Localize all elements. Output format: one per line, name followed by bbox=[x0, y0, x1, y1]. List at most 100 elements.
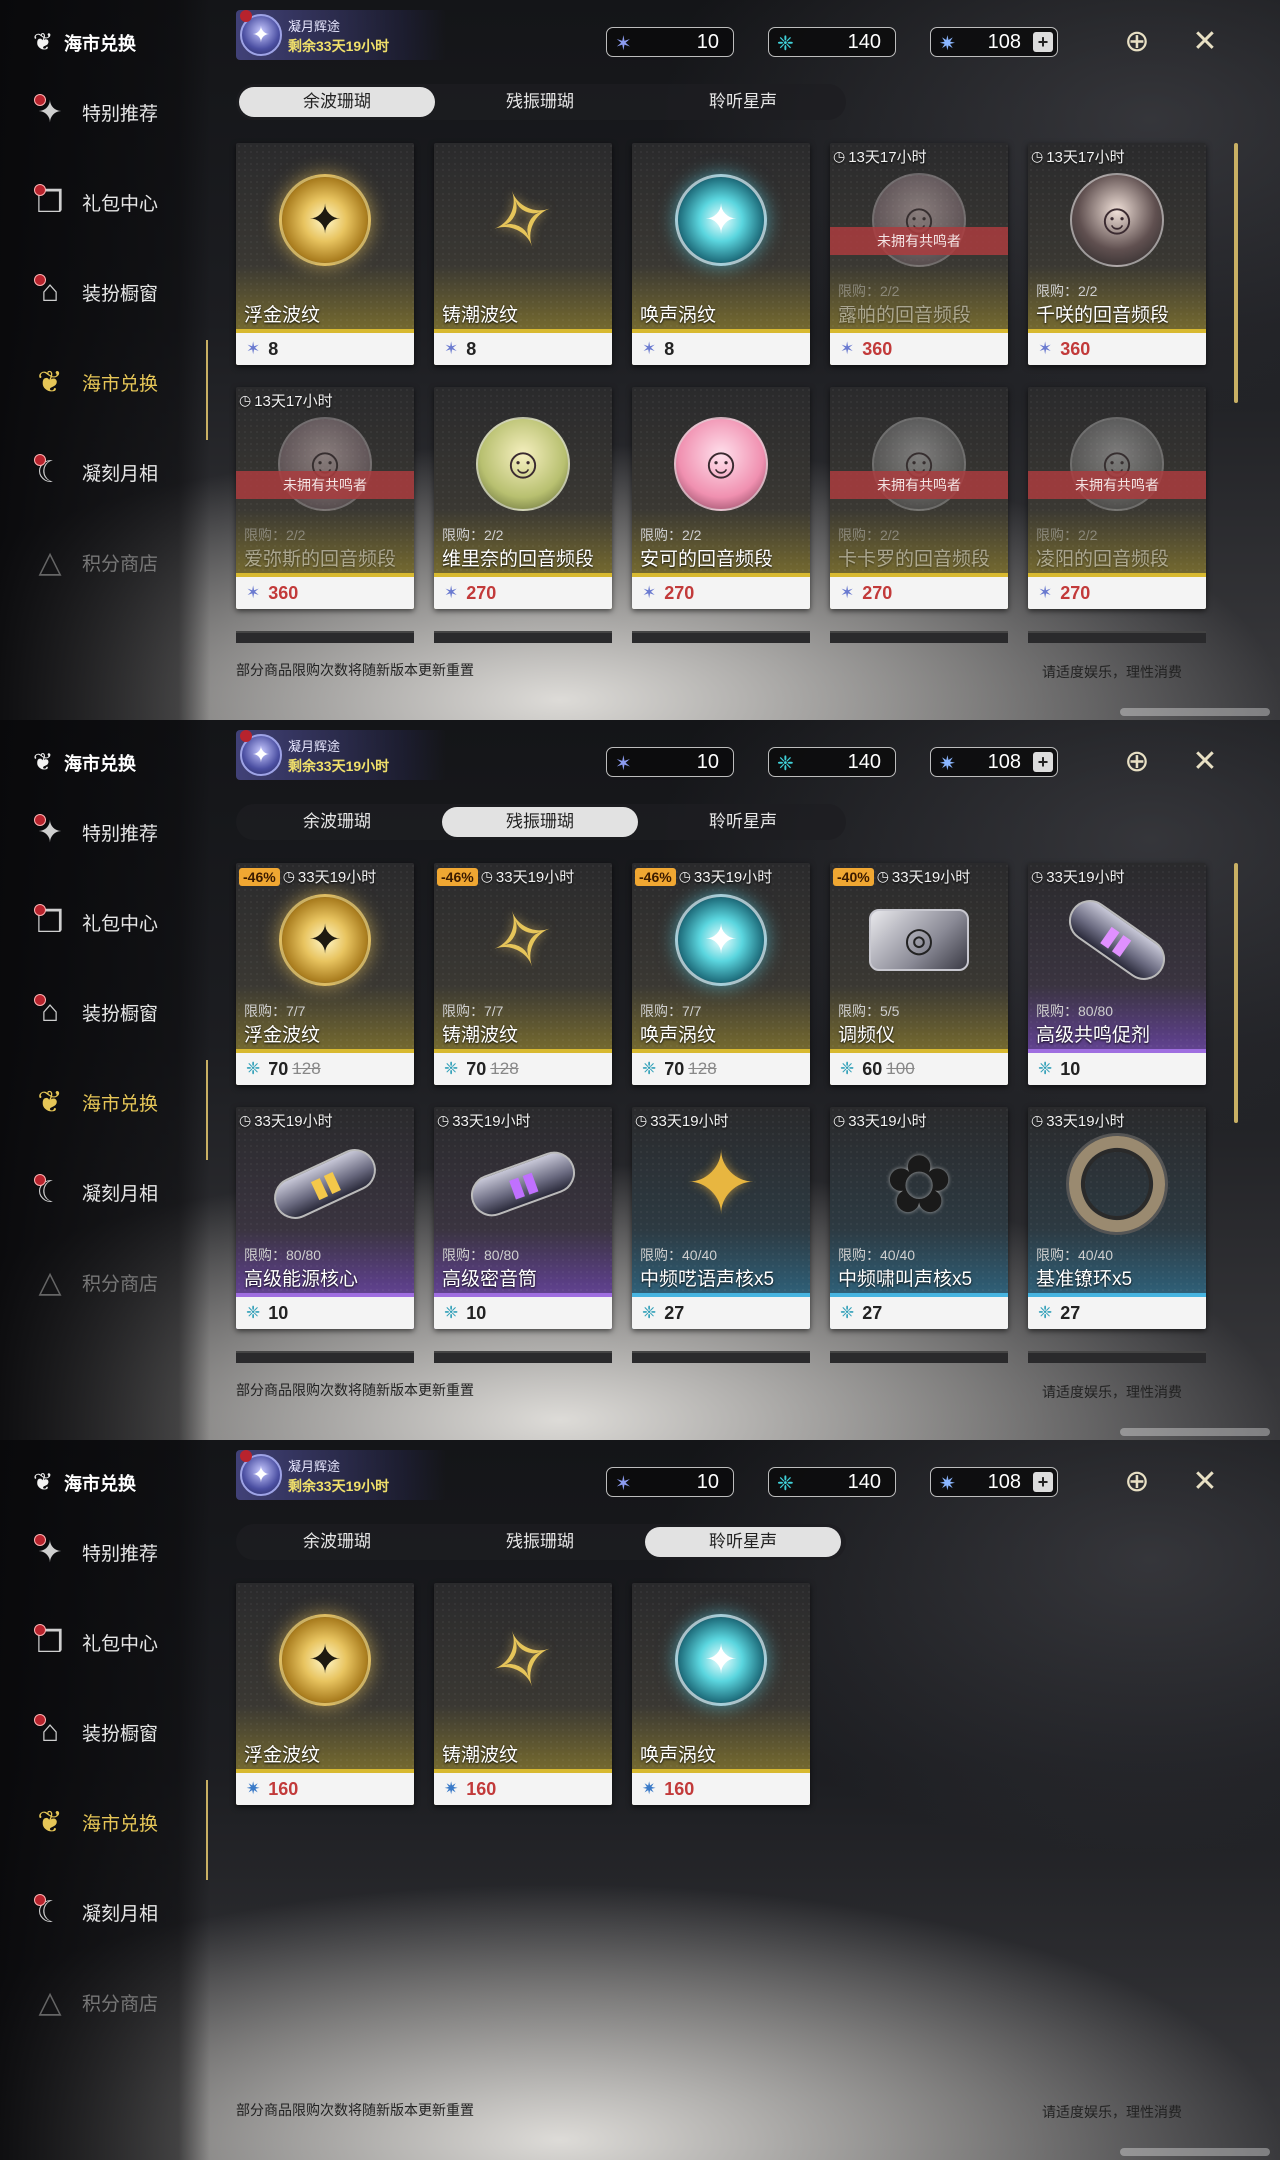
teal-coral-icon: ❈ bbox=[642, 1303, 657, 1322]
target-icon[interactable]: ⊕ bbox=[1117, 742, 1157, 782]
shop-item-card[interactable]: ✦ 浮金波纹 ✷ 160 bbox=[236, 1583, 414, 1805]
sidebar-item-label: 礼包中心 bbox=[82, 913, 159, 935]
points-icon: △ bbox=[38, 1985, 62, 2019]
card-badges: ◷ 33天19小时 bbox=[239, 1110, 333, 1131]
sidebar-item[interactable]: ❦ 海市兑换 bbox=[30, 354, 200, 410]
shop-item-card[interactable]: ◎ -40% ◷ 33天19小时 限购：5/5 调频仪 ❈ 60 100 bbox=[830, 863, 1008, 1085]
ring-art bbox=[1055, 1122, 1179, 1246]
sidebar-item[interactable]: ⌂ 装扮橱窗 bbox=[30, 984, 200, 1040]
purchase-limit: 限购：2/2 bbox=[838, 527, 900, 543]
sidebar-item[interactable]: ✦ 特别推荐 bbox=[30, 1524, 200, 1580]
sidebar-item[interactable]: ⌂ 装扮橱窗 bbox=[30, 264, 200, 320]
item-name: 基准镣环x5 bbox=[1036, 1269, 1133, 1290]
tuner-device-art: ◎ bbox=[869, 909, 969, 971]
shop-item-card[interactable]: ✦ ◷ 33天19小时 限购：40/40 中频呓语声核x5 ❈ 27 bbox=[632, 1107, 810, 1329]
shop-item-card[interactable]: ✧ 铸潮波纹 ✶ 8 bbox=[434, 143, 612, 365]
sidebar-item[interactable]: ☾ 凝刻月相 bbox=[30, 1884, 200, 1940]
shop-item-card[interactable]: ☺ 未拥有共鸣者 限购：2/2 凌阳的回音频段 ✶ 270 bbox=[1028, 387, 1206, 609]
shop-item-card[interactable]: ◷ 33天19小时 限购：40/40 基准镣环x5 ❈ 27 bbox=[1028, 1107, 1206, 1329]
tab-2[interactable]: 聆听星声 bbox=[645, 1527, 841, 1557]
add-currency-button[interactable]: + bbox=[1033, 1472, 1053, 1492]
active-indicator bbox=[206, 340, 208, 440]
shop-item-card[interactable]: ☺ ◷ 13天17小时 未拥有共鸣者 限购：2/2 爱弥斯的回音频段 ✶ 360 bbox=[236, 387, 414, 609]
price-row: ✶ 8 bbox=[236, 333, 414, 365]
tab-2[interactable]: 聆听星声 bbox=[645, 87, 841, 117]
sidebar-item[interactable]: ❦ 海市兑换 bbox=[30, 1794, 200, 1850]
item-art-wrap: ☺ bbox=[270, 409, 380, 519]
close-icon[interactable]: ✕ bbox=[1185, 1462, 1225, 1502]
clock-icon: ◷ bbox=[1031, 148, 1044, 164]
time-remaining: 33天19小时 bbox=[650, 1113, 729, 1130]
sidebar-item[interactable]: ✦ 特别推荐 bbox=[30, 804, 200, 860]
clock-icon: ◷ bbox=[678, 868, 691, 884]
purple-coral-icon: ✶ bbox=[444, 583, 459, 602]
currency-value: 10 bbox=[696, 750, 719, 773]
target-icon[interactable]: ⊕ bbox=[1117, 1462, 1157, 1502]
purple-coral-icon: ✶ bbox=[840, 583, 855, 602]
shop-item-card[interactable]: ✦ 唤声涡纹 ✷ 160 bbox=[632, 1583, 810, 1805]
shop-item-card[interactable]: ✧ -46% ◷ 33天19小时 限购：7/7 铸潮波纹 ❈ 70 128 bbox=[434, 863, 612, 1085]
event-banner[interactable]: ✦ 凝月辉途 剩余33天19小时 bbox=[236, 10, 446, 60]
shop-item-card[interactable]: ✦ -46% ◷ 33天19小时 限购：7/7 唤声涡纹 ❈ 70 128 bbox=[632, 863, 810, 1085]
shop-item-card[interactable]: ✦ 浮金波纹 ✶ 8 bbox=[236, 143, 414, 365]
shop-item-card[interactable]: ▮▮ ◷ 33天19小时 限购：80/80 高级共鸣促剂 ❈ 10 bbox=[1028, 863, 1206, 1085]
add-currency-button[interactable]: + bbox=[1033, 32, 1053, 52]
shop-item-card[interactable]: ▮▮ ◷ 33天19小时 限购：80/80 高级能源核心 ❈ 10 bbox=[236, 1107, 414, 1329]
teal-coral-icon: ❈ bbox=[840, 1303, 855, 1322]
shop-item-card[interactable]: ☺ 限购：2/2 维里奈的回音频段 ✶ 270 bbox=[434, 387, 612, 609]
price-row: ✶ 360 bbox=[1028, 333, 1206, 365]
shop-item-card[interactable]: ☺ 未拥有共鸣者 限购：2/2 卡卡罗的回音频段 ✶ 270 bbox=[830, 387, 1008, 609]
scrollbar[interactable] bbox=[1234, 143, 1238, 403]
tab-1[interactable]: 残振珊瑚 bbox=[442, 87, 638, 117]
sidebar-item[interactable]: ❦ 海市兑换 bbox=[30, 1074, 200, 1130]
close-icon[interactable]: ✕ bbox=[1185, 22, 1225, 62]
sidebar-item[interactable]: ☾ 凝刻月相 bbox=[30, 1164, 200, 1220]
tab-0[interactable]: 余波珊瑚 bbox=[239, 807, 435, 837]
sidebar-item[interactable]: △ 积分商店 bbox=[30, 1974, 200, 2030]
shop-item-card[interactable]: ✦ -46% ◷ 33天19小时 限购：7/7 浮金波纹 ❈ 70 128 bbox=[236, 863, 414, 1085]
tab-0[interactable]: 余波珊瑚 bbox=[239, 1527, 435, 1557]
clock-icon: ◷ bbox=[239, 1112, 252, 1128]
sidebar-item-label: 凝刻月相 bbox=[82, 463, 159, 485]
shop-item-card[interactable]: ☺ 限购：2/2 安可的回音频段 ✶ 270 bbox=[632, 387, 810, 609]
purple-coral-icon: ✶ bbox=[642, 339, 657, 358]
target-icon[interactable]: ⊕ bbox=[1117, 22, 1157, 62]
event-banner[interactable]: ✦ 凝月辉途 剩余33天19小时 bbox=[236, 1450, 446, 1500]
notification-dot bbox=[240, 1450, 252, 1462]
add-currency-button[interactable]: + bbox=[1033, 752, 1053, 772]
sidebar-item[interactable]: ❒ 礼包中心 bbox=[30, 1614, 200, 1670]
shop-item-card[interactable]: ✿ ◷ 33天19小时 限购：40/40 中频啸叫声核x5 ❈ 27 bbox=[830, 1107, 1008, 1329]
shop-item-card[interactable]: ☺ ◷ 13天17小时 限购：2/2 千咲的回音频段 ✶ 360 bbox=[1028, 143, 1206, 365]
next-row-card-peek bbox=[236, 1351, 414, 1363]
sidebar-item[interactable]: ⌂ 装扮橱窗 bbox=[30, 1704, 200, 1760]
sidebar-item-label: 礼包中心 bbox=[82, 1633, 159, 1655]
shop-item-card[interactable]: ✦ 唤声涡纹 ✶ 8 bbox=[632, 143, 810, 365]
purchase-limit: 限购：80/80 bbox=[1036, 1003, 1114, 1019]
sidebar-item[interactable]: ❒ 礼包中心 bbox=[30, 174, 200, 230]
price-row: ✶ 270 bbox=[830, 577, 1008, 609]
tab-0[interactable]: 余波珊瑚 bbox=[239, 87, 435, 117]
tab-1[interactable]: 残振珊瑚 bbox=[442, 807, 638, 837]
purchase-limit: 限购：2/2 bbox=[1036, 283, 1098, 299]
sidebar-item[interactable]: ☾ 凝刻月相 bbox=[30, 444, 200, 500]
tab-2[interactable]: 聆听星声 bbox=[645, 807, 841, 837]
price-row: ❈ 60 100 bbox=[830, 1053, 1008, 1085]
sidebar-item[interactable]: △ 积分商店 bbox=[30, 534, 200, 590]
footer-reset-note: 部分商品限购次数将随新版本更新重置 bbox=[236, 662, 474, 678]
event-banner[interactable]: ✦ 凝月辉途 剩余33天19小时 bbox=[236, 730, 446, 780]
clock-icon: ◷ bbox=[635, 1112, 648, 1128]
currency-display: ✶ 10 bbox=[606, 27, 734, 57]
shop-item-card[interactable]: ▮▮ ◷ 33天19小时 限购：80/80 高级密音筒 ❈ 10 bbox=[434, 1107, 612, 1329]
sidebar-item[interactable]: ✦ 特别推荐 bbox=[30, 84, 200, 140]
featured-icon: ✦ bbox=[30, 1532, 70, 1572]
sidebar-item[interactable]: △ 积分商店 bbox=[30, 1254, 200, 1310]
tab-1[interactable]: 残振珊瑚 bbox=[442, 1527, 638, 1557]
star-coral-icon: ✷ bbox=[246, 1779, 261, 1798]
shop-item-card[interactable]: ☺ ◷ 13天17小时 未拥有共鸣者 限购：2/2 露帕的回音频段 ✶ 360 bbox=[830, 143, 1008, 365]
next-row-card-peek bbox=[1028, 631, 1206, 643]
shop-item-card[interactable]: ✧ 铸潮波纹 ✷ 160 bbox=[434, 1583, 612, 1805]
item-art-wrap: ☺ bbox=[1062, 165, 1172, 275]
sidebar-item[interactable]: ❒ 礼包中心 bbox=[30, 894, 200, 950]
close-icon[interactable]: ✕ bbox=[1185, 742, 1225, 782]
scrollbar[interactable] bbox=[1234, 863, 1238, 1123]
